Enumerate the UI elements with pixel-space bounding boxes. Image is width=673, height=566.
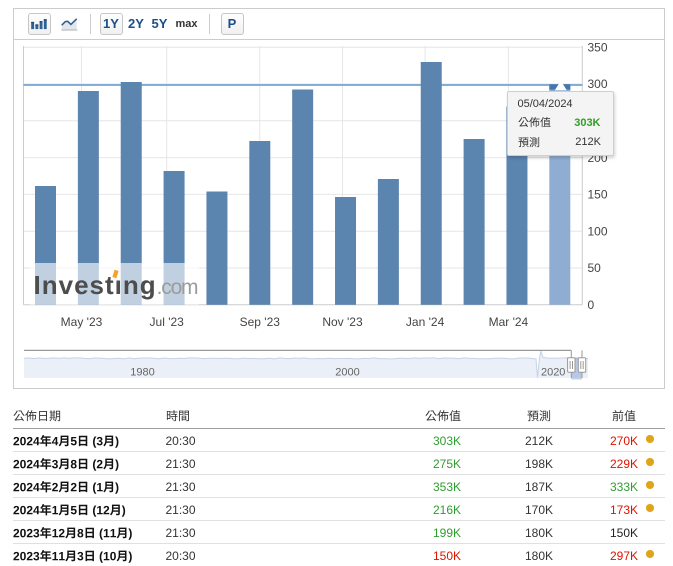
svg-text:May '23: May '23 (61, 315, 103, 329)
svg-text:1980: 1980 (130, 366, 154, 378)
svg-text:Jul '23: Jul '23 (150, 315, 185, 329)
svg-text:50: 50 (588, 261, 602, 275)
svg-text:300: 300 (588, 77, 608, 91)
svg-text:2020: 2020 (541, 366, 565, 378)
svg-text:150: 150 (588, 188, 608, 202)
svg-text:Nov '23: Nov '23 (322, 315, 363, 329)
svg-text:2000: 2000 (335, 366, 359, 378)
svg-text:Jan '24: Jan '24 (406, 315, 445, 329)
svg-text:Mar '24: Mar '24 (489, 315, 529, 329)
svg-text:100: 100 (588, 224, 608, 238)
svg-text:Sep '23: Sep '23 (240, 315, 281, 329)
svg-text:350: 350 (588, 40, 608, 54)
svg-text:0: 0 (588, 298, 595, 312)
